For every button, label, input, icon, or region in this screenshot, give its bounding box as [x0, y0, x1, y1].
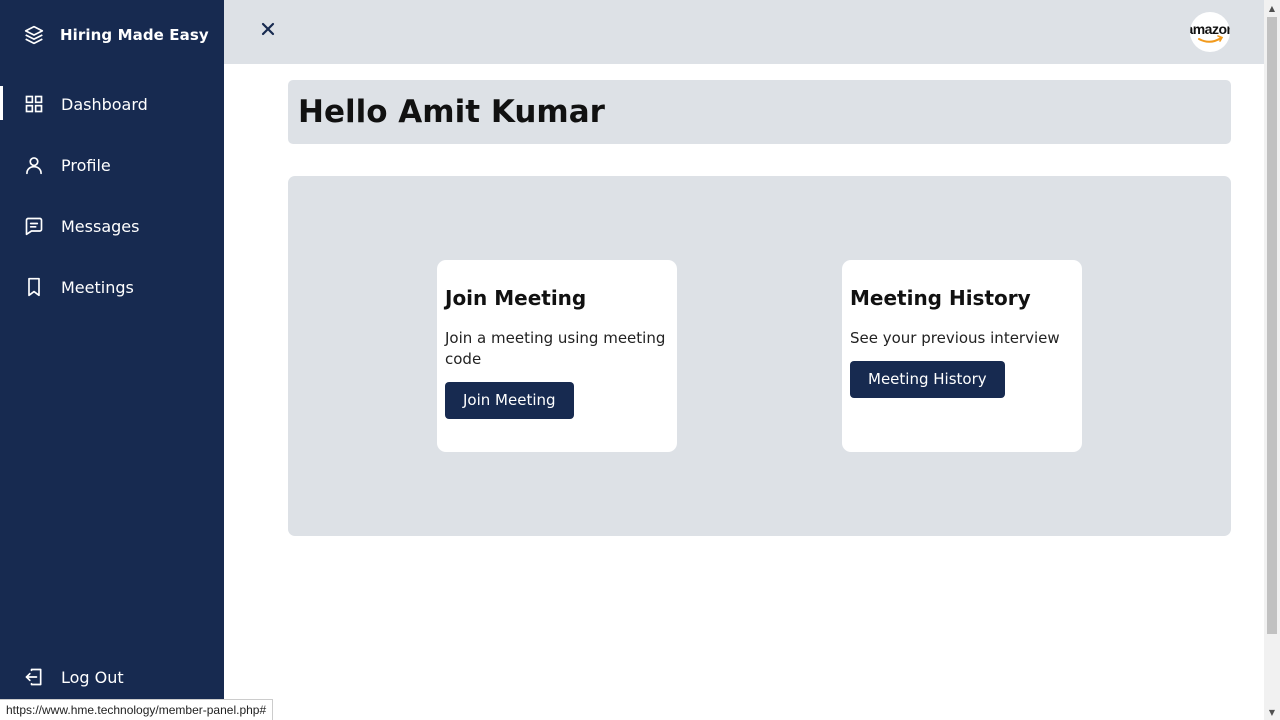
card-title: Join Meeting: [445, 286, 587, 310]
message-icon: [24, 216, 44, 236]
card-title: Meeting History: [850, 286, 1031, 310]
brand-name: Hiring Made Easy: [60, 26, 209, 44]
user-icon: [24, 155, 44, 175]
sidebar-item-meetings[interactable]: Meetings: [0, 267, 224, 307]
dashboard-panel: Join Meeting Join a meeting using meetin…: [288, 176, 1231, 536]
sidebar-item-profile[interactable]: Profile: [0, 145, 224, 185]
card-description: See your previous interview: [850, 329, 1060, 347]
logout-icon: [24, 667, 44, 687]
join-meeting-card: Join Meeting Join a meeting using meetin…: [437, 260, 677, 452]
close-icon[interactable]: [258, 19, 278, 39]
sidebar: Hiring Made Easy Dashboard Profile Messa…: [0, 0, 224, 720]
scrollbar[interactable]: ▲ ▼: [1264, 0, 1280, 720]
avatar[interactable]: amazon: [1190, 12, 1230, 52]
greeting-banner: Hello Amit Kumar: [288, 80, 1231, 144]
sidebar-item-messages[interactable]: Messages: [0, 206, 224, 246]
sidebar-item-label: Profile: [61, 155, 111, 175]
scroll-up-icon[interactable]: ▲: [1264, 0, 1280, 16]
page-title: Hello Amit Kumar: [298, 94, 605, 130]
sidebar-item-label: Meetings: [61, 277, 134, 297]
card-description: Join a meeting using meeting code: [445, 329, 666, 368]
status-url: https://www.hme.technology/member-panel.…: [0, 699, 274, 720]
logout-button[interactable]: Log Out: [0, 657, 224, 697]
join-meeting-button[interactable]: Join Meeting: [445, 382, 574, 419]
scroll-down-icon[interactable]: ▼: [1264, 704, 1280, 720]
amazon-logo: [1198, 35, 1224, 43]
grid-icon: [24, 94, 44, 114]
logout-label: Log Out: [61, 667, 124, 687]
scroll-thumb[interactable]: [1267, 17, 1277, 634]
bookmark-icon: [24, 277, 44, 297]
brand[interactable]: Hiring Made Easy: [24, 22, 209, 48]
meeting-history-card: Meeting History See your previous interv…: [842, 260, 1082, 452]
sidebar-item-label: Dashboard: [61, 94, 148, 114]
meeting-history-button[interactable]: Meeting History: [850, 361, 1005, 398]
topbar: amazon: [224, 0, 1264, 64]
sidebar-item-label: Messages: [61, 216, 140, 236]
sidebar-item-dashboard[interactable]: Dashboard: [0, 84, 224, 124]
layers-icon: [24, 25, 44, 45]
